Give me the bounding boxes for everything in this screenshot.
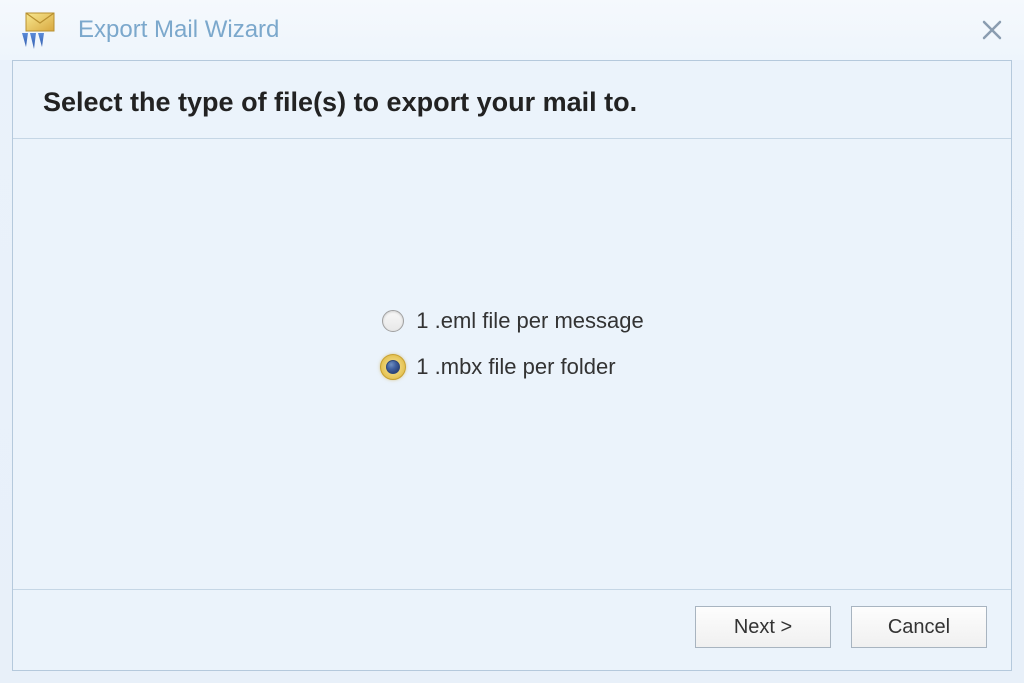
export-type-radio-group: 1 .eml file per message 1 .mbx file per …: [380, 308, 643, 380]
radio-button-eml[interactable]: [380, 308, 406, 334]
window-title: Export Mail Wizard: [78, 16, 978, 44]
mail-wizard-icon: [18, 9, 60, 51]
page-heading: Select the type of file(s) to export you…: [43, 87, 981, 118]
radio-button-mbx[interactable]: [380, 354, 406, 380]
cancel-button[interactable]: Cancel: [851, 606, 987, 648]
title-bar: Export Mail Wizard: [0, 0, 1024, 60]
main-content: 1 .eml file per message 1 .mbx file per …: [13, 139, 1011, 589]
next-button[interactable]: Next >: [695, 606, 831, 648]
radio-option-eml[interactable]: 1 .eml file per message: [380, 308, 643, 334]
radio-label-mbx: 1 .mbx file per folder: [416, 354, 615, 380]
wizard-window: Export Mail Wizard Select the type of fi…: [0, 0, 1024, 683]
radio-option-mbx[interactable]: 1 .mbx file per folder: [380, 354, 643, 380]
close-button[interactable]: [978, 16, 1006, 44]
button-bar: Next > Cancel: [13, 589, 1011, 670]
heading-section: Select the type of file(s) to export you…: [13, 61, 1011, 139]
content-area: Select the type of file(s) to export you…: [12, 60, 1012, 671]
radio-label-eml: 1 .eml file per message: [416, 308, 643, 334]
